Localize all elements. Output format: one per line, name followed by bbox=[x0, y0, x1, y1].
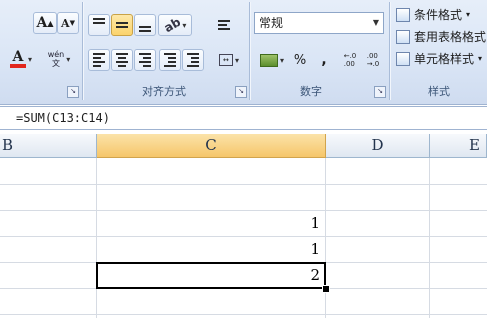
grid-line bbox=[0, 314, 487, 315]
table-icon bbox=[396, 30, 410, 44]
align-top-button[interactable] bbox=[88, 14, 110, 36]
format-as-table-button[interactable]: 套用表格格式 bbox=[396, 27, 486, 47]
ribbon: A ▲ A ▼ A ▾ wén 文 ▾ ↘ ab ▾ ↔ ▾ 对齐方式 ↘ 常规… bbox=[0, 0, 487, 105]
increase-indent-button[interactable] bbox=[182, 49, 204, 71]
accounting-format-button[interactable]: ▾ bbox=[254, 49, 290, 71]
currency-icon bbox=[259, 53, 278, 67]
column-header-e[interactable]: E bbox=[430, 134, 487, 158]
increase-indent-icon bbox=[187, 53, 199, 67]
cell-styles-button[interactable]: 单元格样式 ▾ bbox=[396, 49, 482, 69]
decrease-indent-icon bbox=[164, 53, 176, 67]
increase-decimal-button[interactable]: ←.0 .00 bbox=[339, 49, 361, 71]
conditional-format-button[interactable]: 条件格式 ▾ bbox=[396, 5, 470, 25]
alignment-dialog-launcher[interactable]: ↘ bbox=[235, 86, 247, 98]
column-header-c[interactable]: C bbox=[97, 134, 326, 158]
cell-c13[interactable]: 1 bbox=[97, 211, 325, 235]
comma-style-button[interactable]: , bbox=[313, 49, 335, 71]
align-center-button[interactable] bbox=[111, 49, 133, 71]
merge-center-button[interactable]: ↔ ▾ bbox=[213, 49, 245, 71]
grid-line bbox=[429, 158, 430, 318]
align-middle-button[interactable] bbox=[111, 14, 133, 36]
chevron-down-icon: ▼ bbox=[372, 18, 379, 27]
font-color-icon: A bbox=[9, 50, 26, 68]
font-dialog-launcher[interactable]: ↘ bbox=[67, 86, 79, 98]
grid-line bbox=[0, 184, 487, 185]
phonetic-guide-button[interactable]: wén 文 ▾ bbox=[42, 48, 76, 70]
styles-group-label: 样式 bbox=[428, 85, 450, 98]
shrink-font-button[interactable]: A ▼ bbox=[57, 12, 79, 34]
merge-center-icon: ↔ bbox=[218, 54, 233, 66]
column-header-d[interactable]: D bbox=[326, 134, 430, 158]
decrease-indent-button[interactable] bbox=[159, 49, 181, 71]
wrap-text-button[interactable] bbox=[212, 14, 236, 36]
active-cell-border bbox=[96, 262, 326, 289]
group-separator bbox=[82, 2, 83, 100]
align-middle-icon bbox=[116, 22, 128, 28]
align-right-button[interactable] bbox=[134, 49, 156, 71]
wrap-text-icon bbox=[218, 20, 230, 30]
formula-bar[interactable]: =SUM(C13:C14) bbox=[0, 106, 487, 130]
percent-style-button[interactable]: % bbox=[289, 49, 311, 71]
grid-line bbox=[325, 158, 326, 318]
fill-handle[interactable] bbox=[322, 285, 330, 293]
grow-font-button[interactable]: A ▲ bbox=[33, 12, 57, 34]
number-dialog-launcher[interactable]: ↘ bbox=[374, 86, 386, 98]
align-center-icon bbox=[116, 53, 128, 67]
column-header-b[interactable]: B bbox=[0, 134, 97, 158]
group-separator bbox=[249, 2, 250, 100]
font-color-button[interactable]: A ▾ bbox=[4, 48, 38, 70]
conditional-format-icon bbox=[396, 8, 410, 22]
align-left-button[interactable] bbox=[88, 49, 110, 71]
decrease-decimal-button[interactable]: .00 →.0 bbox=[362, 49, 384, 71]
align-left-icon bbox=[93, 53, 105, 67]
orientation-button[interactable]: ab ▾ bbox=[158, 14, 192, 36]
align-bottom-icon bbox=[139, 26, 151, 32]
number-format-select[interactable]: 常规 ▼ bbox=[254, 12, 384, 34]
align-top-icon bbox=[93, 18, 105, 24]
cell-styles-icon bbox=[396, 52, 410, 66]
formula-text: =SUM(C13:C14) bbox=[16, 111, 110, 125]
cell-c14[interactable]: 1 bbox=[97, 237, 325, 261]
align-bottom-button[interactable] bbox=[134, 14, 156, 36]
alignment-group-label: 对齐方式 bbox=[142, 85, 186, 98]
orientation-icon: ab bbox=[161, 14, 183, 36]
align-right-icon bbox=[139, 53, 151, 67]
group-separator bbox=[389, 2, 390, 100]
number-group-label: 数字 bbox=[300, 85, 322, 98]
